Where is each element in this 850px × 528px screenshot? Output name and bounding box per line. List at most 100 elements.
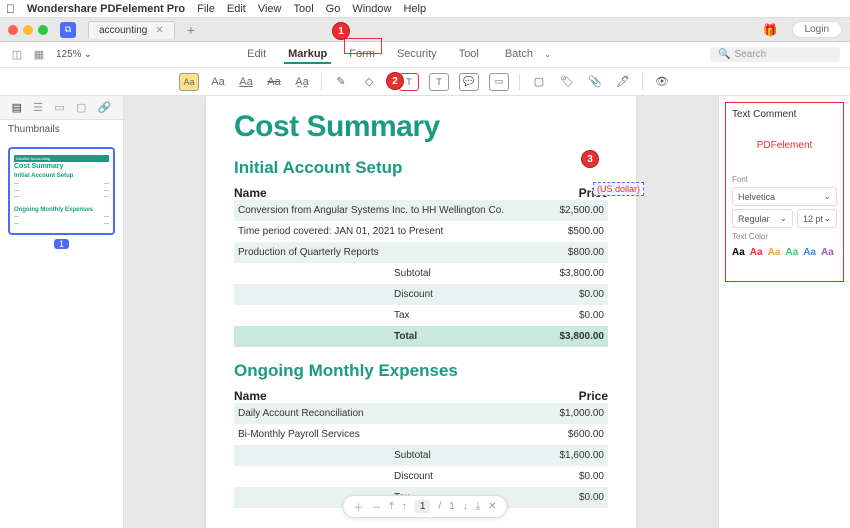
last-page-button[interactable]: ⤓ <box>476 501 480 512</box>
pencil-tool-icon[interactable]: ✎ <box>332 73 350 91</box>
minimize-window-button[interactable] <box>23 25 33 35</box>
next-page-button[interactable]: ↓ <box>463 501 468 512</box>
prev-page-button[interactable]: ↑ <box>402 501 407 512</box>
thumb-s2: Ongoing Monthly Expenses <box>14 207 109 215</box>
chevron-down-icon: ⌄ <box>823 213 831 224</box>
text-comment-panel: Text Comment PDFelement Font Helvetica ⌄… <box>725 102 844 282</box>
search-tab-icon[interactable]: ▢ <box>76 101 86 114</box>
new-tab-button[interactable]: + <box>187 22 195 38</box>
show-comments-icon[interactable]: 👁 <box>653 73 671 91</box>
login-button[interactable]: Login <box>792 21 842 38</box>
color-blue[interactable]: Aa <box>803 247 816 258</box>
callout-tool-icon[interactable]: 💬 <box>459 73 479 91</box>
color-purple[interactable]: Aa <box>821 247 834 258</box>
close-tab-icon[interactable]: ✕ <box>155 25 163 36</box>
menu-tool[interactable]: Tool <box>293 3 313 15</box>
shape-tool-icon[interactable]: ▢ <box>530 73 548 91</box>
gift-icon[interactable]: 🎁 <box>763 23 778 37</box>
current-page-input[interactable]: 1 <box>415 500 431 513</box>
doc-title: Cost Summary <box>234 110 608 144</box>
zoom-value: 125% <box>56 49 82 60</box>
app-logo-icon: ⧉ <box>60 22 76 38</box>
table-row: Conversion from Angular Systems Inc. to … <box>234 200 608 221</box>
subtotal-row: Subtotal$3,800.00 <box>234 263 608 284</box>
menu-help[interactable]: Help <box>403 3 426 15</box>
titlebar: ⧉ accounting ✕ + 🎁 Login <box>0 18 850 42</box>
sidebar-tabs: ▤ ☰ ▭ ▢ 🔗 <box>0 96 123 120</box>
table-row: Time period covered: JAN 01, 2021 to Pre… <box>234 221 608 242</box>
window-controls <box>8 25 48 35</box>
right-sidebar: Text Comment PDFelement Font Helvetica ⌄… <box>718 96 850 528</box>
chevron-down-icon: ⌄ <box>84 49 92 60</box>
annotations-tab-icon[interactable]: ▭ <box>54 101 64 114</box>
pdf-page: Cost Summary Initial Account Setup Name … <box>206 96 636 528</box>
textbox-tool-icon[interactable]: T <box>429 73 449 91</box>
search-input[interactable]: 🔍 Search <box>710 47 840 62</box>
bookmarks-tab-icon[interactable]: ☰ <box>33 101 43 114</box>
font-size-dropdown[interactable]: 12 pt ⌄ <box>797 209 837 228</box>
color-green[interactable]: Aa <box>785 247 798 258</box>
table-row: Daily Account Reconciliation$1,000.00 <box>234 403 608 424</box>
total-pages: 1 <box>449 501 455 512</box>
stamp-tool-icon[interactable]: 🏷 <box>558 73 576 91</box>
tab-label: accounting <box>99 25 147 36</box>
strike-tool-icon[interactable]: Aa <box>265 73 283 91</box>
discount-row: Discount$0.00 <box>234 466 608 487</box>
tab-form[interactable]: Form <box>345 46 379 64</box>
text-style-icon[interactable]: Aa <box>209 73 227 91</box>
text-color-label: Text Color <box>732 232 837 241</box>
document-tab[interactable]: accounting ✕ <box>88 21 175 39</box>
maximize-window-button[interactable] <box>38 25 48 35</box>
search-placeholder: Search <box>734 49 766 60</box>
tab-tool[interactable]: Tool <box>455 46 483 64</box>
font-weight-dropdown[interactable]: Regular ⌄ <box>732 209 793 228</box>
zoom-in-button[interactable]: － <box>371 499 381 514</box>
main-area: ▤ ☰ ▭ ▢ 🔗 Thumbnails Deloitte Accounting… <box>0 96 850 528</box>
page-navigator: ＋ － ⤒ ↑ 1 / 1 ↓ ⤓ ✕ <box>342 495 507 518</box>
menu-view[interactable]: View <box>258 3 282 15</box>
zoom-dropdown[interactable]: 125% ⌄ <box>56 49 92 60</box>
underline-tool-icon[interactable]: Aa <box>237 73 255 91</box>
col-name: Name <box>234 186 267 200</box>
first-page-button[interactable]: ⤒ <box>389 501 393 512</box>
thumb-h1: Cost Summary <box>14 162 109 171</box>
close-window-button[interactable] <box>8 25 18 35</box>
squiggly-tool-icon[interactable]: A̰a̰ <box>293 73 311 91</box>
col-name: Name <box>234 389 267 403</box>
color-swatches: Aa Aa Aa Aa Aa Aa <box>732 246 837 258</box>
signature-tool-icon[interactable]: 🖊 <box>614 73 632 91</box>
sidebar-toggle-icon[interactable]: ◫ <box>10 48 24 62</box>
menu-window[interactable]: Window <box>352 3 391 15</box>
color-red[interactable]: Aa <box>750 247 763 258</box>
highlight-tool-icon[interactable]: Aa <box>179 73 199 91</box>
close-pager-button[interactable]: ✕ <box>488 501 496 512</box>
attachment-tool-icon[interactable]: 📎 <box>586 73 604 91</box>
table-row: Production of Quarterly Reports$800.00 <box>234 242 608 263</box>
tab-edit[interactable]: Edit <box>243 46 270 64</box>
menu-file[interactable]: File <box>197 3 215 15</box>
view-grid-icon[interactable]: ▦ <box>32 48 46 62</box>
size-value: 12 pt <box>803 214 823 224</box>
thumbnails-tab-icon[interactable]: ▤ <box>12 101 22 114</box>
step-badge-1: 1 <box>332 22 350 40</box>
color-orange[interactable]: Aa <box>768 247 781 258</box>
text-comment-annotation[interactable]: (US dollar) <box>593 182 644 196</box>
tax-row: Tax$0.00 <box>234 305 608 326</box>
app-name[interactable]: Wondershare PDFelement Pro <box>27 3 185 15</box>
tab-batch[interactable]: Batch ⌄ <box>497 46 559 64</box>
mac-menubar:  Wondershare PDFelement Pro File Edit V… <box>0 0 850 18</box>
document-canvas[interactable]: Cost Summary Initial Account Setup Name … <box>124 96 718 528</box>
zoom-out-button[interactable]: ＋ <box>353 499 363 514</box>
tab-security[interactable]: Security <box>393 46 441 64</box>
page-thumbnail[interactable]: Deloitte Accounting Cost Summary Initial… <box>8 147 115 235</box>
font-family-dropdown[interactable]: Helvetica ⌄ <box>732 187 837 206</box>
tab-markup[interactable]: Markup <box>284 46 331 64</box>
attachments-tab-icon[interactable]: 🔗 <box>98 101 112 114</box>
color-black[interactable]: Aa <box>732 247 745 258</box>
eraser-tool-icon[interactable]: ◇ <box>360 73 378 91</box>
weight-value: Regular <box>738 214 770 224</box>
sticky-note-tool-icon[interactable]: ▭ <box>489 73 509 91</box>
thumb-page-number: 1 <box>54 239 69 249</box>
menu-edit[interactable]: Edit <box>227 3 246 15</box>
menu-go[interactable]: Go <box>326 3 341 15</box>
